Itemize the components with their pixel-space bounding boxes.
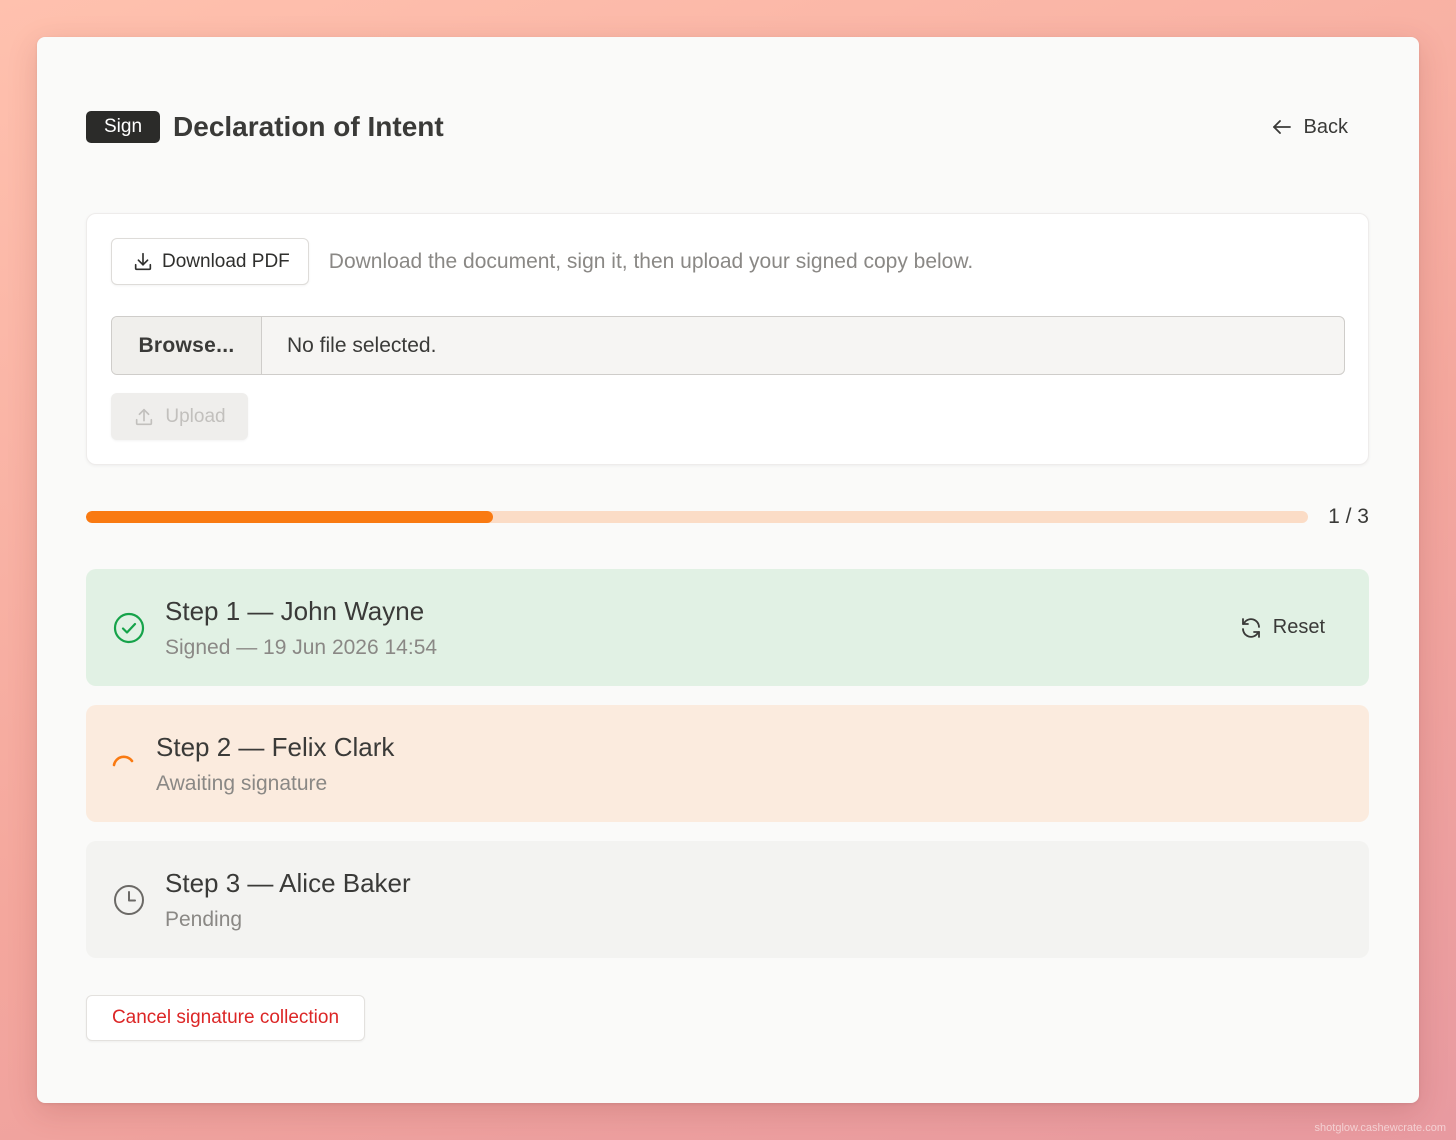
download-icon	[134, 252, 152, 270]
arrow-left-icon	[1272, 120, 1291, 134]
signature-window: Sign Declaration of Intent Back Download…	[37, 37, 1419, 1103]
step-status: Pending	[165, 907, 243, 931]
reset-button[interactable]: Reset	[1239, 616, 1325, 640]
file-status: No file selected.	[287, 333, 437, 357]
page-title: Declaration of Intent	[173, 111, 444, 142]
progress-track	[86, 511, 1308, 523]
download-hint: Download the document, sign it, then upl…	[328, 249, 974, 273]
step-body: Step 3 — Alice Baker Pending	[165, 868, 411, 932]
step-row-3: Step 3 — Alice Baker Pending	[86, 841, 1369, 958]
cancel-signature-collection-button[interactable]: Cancel signature collection	[86, 995, 365, 1041]
step-status: Awaiting signature	[156, 771, 328, 795]
progress-label: 1 / 3	[1328, 505, 1369, 528]
mode-badge: Sign	[86, 111, 161, 143]
step-body: Step 1 — John Wayne Signed — 19 Jun 2026…	[165, 596, 437, 660]
clock-icon	[114, 884, 144, 915]
refresh-icon	[1241, 617, 1260, 638]
browse-button[interactable]: Browse...	[112, 317, 262, 374]
download-pdf-button[interactable]: Download PDF	[111, 238, 309, 285]
step-row-1: Step 1 — John Wayne Signed — 19 Jun 2026…	[86, 569, 1369, 686]
page-header: Sign Declaration of Intent Back	[86, 111, 1348, 143]
back-button[interactable]: Back	[1270, 115, 1348, 139]
download-pdf-label: Download PDF	[162, 250, 290, 272]
check-circle-icon	[113, 612, 145, 643]
step-name: Step 1 — John Wayne	[165, 595, 425, 626]
upload-label: Upload	[165, 405, 226, 427]
file-input[interactable]: Browse... No file selected.	[111, 316, 1345, 375]
step-name: Step 3 — Alice Baker	[165, 867, 411, 898]
spinner-icon	[112, 755, 134, 766]
signature-progress: 1 / 3	[86, 505, 1369, 528]
step-body: Step 2 — Felix Clark Awaiting signature	[156, 732, 394, 796]
step-status: Signed — 19 Jun 2026 14:54	[165, 635, 438, 659]
upload-card: Download PDF Download the document, sign…	[86, 213, 1369, 465]
reset-label: Reset	[1272, 616, 1325, 638]
step-name: Step 2 — Felix Clark	[156, 731, 395, 762]
download-row: Download PDF Download the document, sign…	[111, 238, 973, 285]
back-label: Back	[1303, 115, 1348, 138]
upload-button[interactable]: Upload	[111, 393, 248, 440]
progress-fill	[86, 511, 494, 523]
watermark: shotglow.cashewcrate.com	[1314, 1122, 1446, 1134]
step-row-2: Step 2 — Felix Clark Awaiting signature	[86, 705, 1369, 822]
upload-icon	[136, 408, 153, 425]
